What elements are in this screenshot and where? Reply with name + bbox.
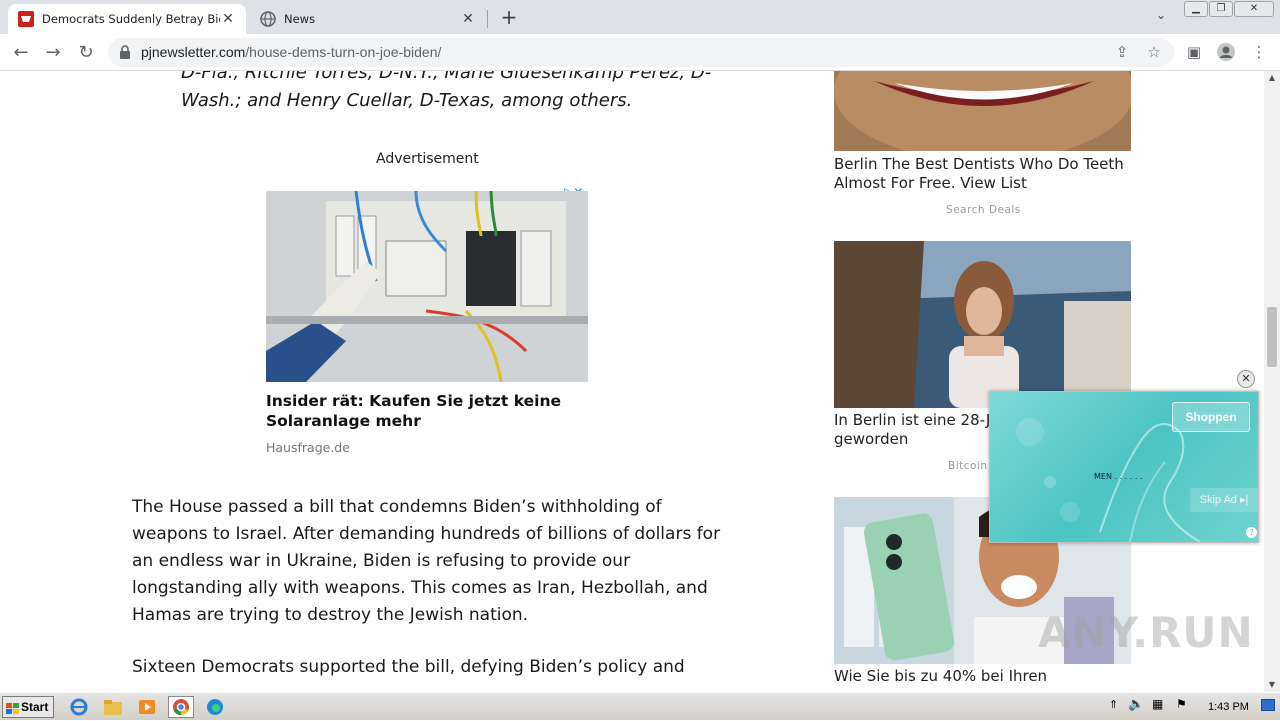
windows-taskbar: Start ⇑ 🔈 ▦ ⚑ 1:43 PM bbox=[0, 692, 1280, 720]
start-button[interactable]: Start bbox=[2, 696, 54, 718]
network-icon[interactable]: ▦ bbox=[1152, 697, 1163, 711]
skip-ad-button[interactable]: Skip Ad ▸| bbox=[1190, 488, 1258, 512]
new-tab-button[interactable]: + bbox=[498, 6, 520, 28]
minimize-button[interactable]: ▁ bbox=[1184, 1, 1208, 17]
quote-line-2: Wash.; and Henry Cuellar, D-Texas, among… bbox=[181, 90, 633, 111]
url-path: /house-dems-turn-on-joe-biden/ bbox=[245, 44, 442, 60]
side-panel-icon[interactable]: ▣ bbox=[1182, 40, 1206, 64]
tray-expand-icon[interactable]: ⇑ bbox=[1109, 698, 1118, 711]
action-center-flag-icon[interactable]: ⚑ bbox=[1176, 697, 1187, 711]
pjnewsletter-favicon bbox=[18, 11, 34, 27]
forward-arrow-icon[interactable]: → bbox=[40, 40, 66, 66]
restore-button[interactable]: ❐ bbox=[1209, 1, 1233, 17]
sidebar-caption-1[interactable]: Berlin The Best Dentists Who Do Teeth Al… bbox=[834, 155, 1134, 193]
video-ad-player[interactable]: Shoppen MEN . . . . . . Skip Ad ▸| ? bbox=[989, 391, 1259, 543]
chrome-taskbar-icon[interactable] bbox=[168, 696, 194, 718]
taskbar-clock[interactable]: 1:43 PM bbox=[1208, 701, 1249, 713]
sidebar-ad-image-1[interactable] bbox=[834, 71, 1131, 151]
tab-article[interactable]: Democrats Suddenly Betray Biden ov ✕ bbox=[8, 4, 246, 34]
shoppen-button[interactable]: Shoppen bbox=[1172, 402, 1250, 432]
scroll-down-icon[interactable]: ▼ bbox=[1264, 678, 1280, 692]
windows-flag-icon bbox=[6, 701, 19, 714]
sidebar-source-1[interactable]: Search Deals bbox=[946, 204, 1021, 216]
system-tray: ⇑ 🔈 ▦ ⚑ bbox=[1106, 696, 1278, 718]
url-domain: pjnewsletter.com bbox=[141, 44, 246, 60]
show-desktop-icon[interactable] bbox=[1261, 699, 1275, 711]
tab-strip: Democrats Suddenly Betray Biden ov ✕ New… bbox=[0, 0, 1280, 34]
tab-title: Democrats Suddenly Betray Biden ov bbox=[42, 12, 220, 26]
close-video-icon[interactable]: ✕ bbox=[1237, 370, 1255, 388]
media-player-icon[interactable] bbox=[136, 697, 158, 717]
close-tab-icon[interactable]: ✕ bbox=[460, 11, 476, 27]
article-paragraph-1: The House passed a bill that condemns Bi… bbox=[132, 497, 721, 625]
volume-icon[interactable]: 🔈 bbox=[1128, 697, 1144, 712]
share-icon[interactable]: ⇪ bbox=[1110, 40, 1134, 64]
tab-separator bbox=[487, 10, 488, 28]
info-icon[interactable]: ? bbox=[1246, 527, 1257, 538]
sidebar-caption-3[interactable]: Wie Sie bis zu 40% bei Ihren bbox=[834, 667, 1134, 686]
menu-kebab-icon[interactable]: ⋮ bbox=[1247, 40, 1271, 64]
ad-source[interactable]: Hausfrage.de bbox=[266, 440, 350, 455]
bookmark-star-icon[interactable]: ☆ bbox=[1142, 40, 1166, 64]
globe-icon bbox=[260, 11, 276, 27]
article-paragraph-2: Sixteen Democrats supported the bill, de… bbox=[132, 657, 685, 677]
edge-icon[interactable] bbox=[204, 697, 226, 717]
sidebar-source-2[interactable]: Bitcoin bbox=[948, 460, 988, 472]
web-page: D-Fla., Ritchie Torres, D-N.Y., Marie Gl… bbox=[0, 71, 1264, 692]
scroll-thumb[interactable] bbox=[1267, 307, 1277, 367]
tab-title: News bbox=[284, 12, 316, 26]
url-text: pjnewsletter.com/house-dems-turn-on-joe-… bbox=[141, 44, 441, 60]
file-explorer-icon[interactable] bbox=[102, 697, 124, 717]
close-window-button[interactable]: ✕ bbox=[1234, 1, 1274, 17]
browser-toolbar: ← → ↻ pjnewsletter.com/house-dems-turn-o… bbox=[0, 34, 1280, 71]
sidebar-ad-image-2[interactable] bbox=[834, 241, 1131, 408]
advertisement-label: Advertisement bbox=[376, 151, 479, 167]
tab-search-chevron-icon[interactable]: ⌄ bbox=[1152, 8, 1170, 26]
anyrun-watermark: ANY.RUN bbox=[1038, 608, 1254, 657]
lock-icon bbox=[118, 44, 132, 60]
back-arrow-icon[interactable]: ← bbox=[8, 40, 34, 66]
internet-explorer-icon[interactable] bbox=[68, 697, 90, 717]
quote-line-1: D-Fla., Ritchie Torres, D-N.Y., Marie Gl… bbox=[181, 71, 712, 83]
scroll-up-icon[interactable]: ▲ bbox=[1264, 71, 1280, 85]
reload-icon[interactable]: ↻ bbox=[73, 40, 99, 66]
tab-news[interactable]: News ✕ bbox=[250, 4, 486, 34]
start-label: Start bbox=[21, 700, 49, 714]
ad-title[interactable]: Insider rät: Kaufen Sie jetzt keine Sola… bbox=[266, 391, 586, 431]
video-ad-text: MEN . . . . . . bbox=[1094, 472, 1143, 481]
profile-avatar-icon[interactable] bbox=[1214, 40, 1238, 64]
page-scrollbar[interactable]: ▲ ▼ bbox=[1264, 71, 1280, 692]
address-bar[interactable]: pjnewsletter.com/house-dems-turn-on-joe-… bbox=[108, 38, 1174, 67]
close-tab-icon[interactable]: ✕ bbox=[220, 11, 236, 27]
ad-image[interactable] bbox=[266, 191, 588, 382]
